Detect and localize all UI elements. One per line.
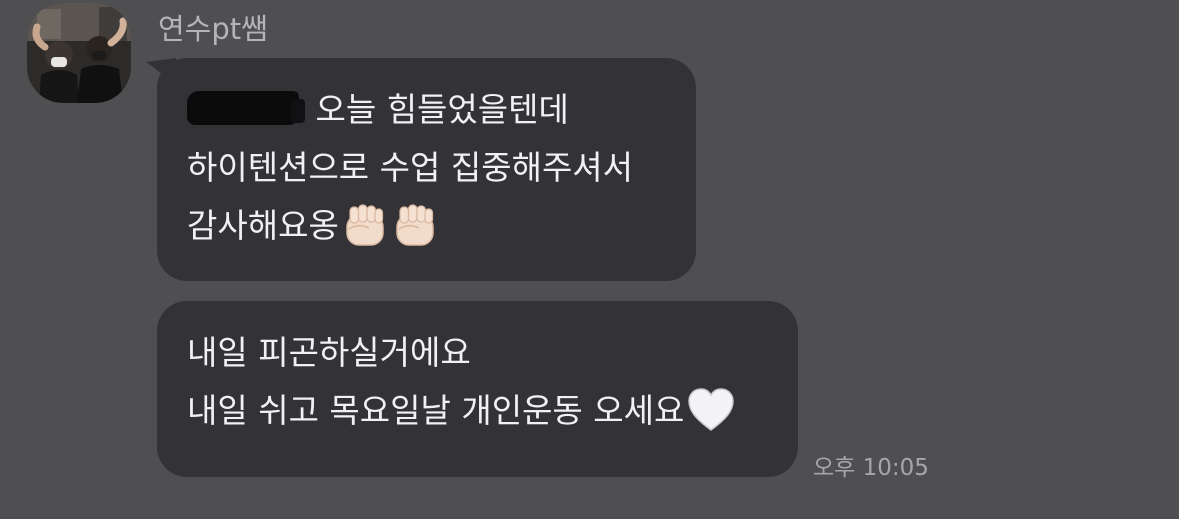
message-timestamp: 오후 10:05 [813,455,929,481]
sender-name: 연수pt쌤 [158,12,268,46]
raised-fist-icon [341,201,389,267]
raised-fist-icon [391,201,439,267]
message-line: 내일 피곤하실거에요 [187,333,471,372]
sender-avatar[interactable] [27,3,131,103]
redacted-name [187,91,305,125]
white-heart-icon [686,386,736,452]
message-line: 내일 쉬고 목요일날 개인운동 오세요 [187,382,768,440]
message-bubble[interactable]: 내일 피곤하실거에요 내일 쉬고 목요일날 개인운동 오세요 [157,301,798,477]
message-line: 하이텐션으로 수업 집중해주셔서 [187,148,634,187]
message-bubble[interactable]: 오늘 힘들었을텐데 하이텐션으로 수업 집중해주셔서 감사해요옹 [157,58,696,281]
message-line: 감사해요옹 [187,197,666,255]
message-line: 오늘 힘들었을텐데 [187,81,666,139]
